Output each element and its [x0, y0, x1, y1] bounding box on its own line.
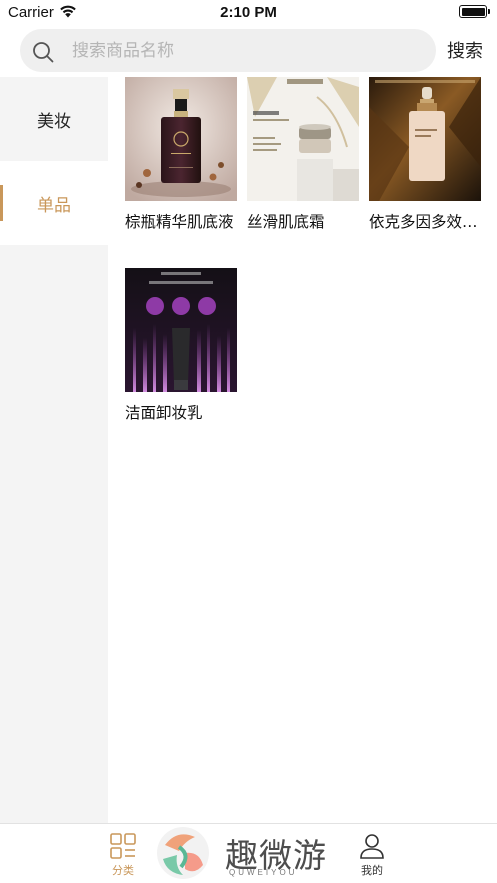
product-name: 依克多因多效修护精华: [369, 213, 481, 231]
sidebar-item-beauty[interactable]: 美妆: [0, 77, 108, 161]
sidebar-item-single[interactable]: 单品: [0, 161, 108, 245]
search-bar: 搜索: [0, 26, 497, 76]
search-box[interactable]: [20, 29, 436, 72]
battery-icon: [459, 5, 487, 18]
product-card[interactable]: 依克多因多效修护精华: [369, 77, 481, 232]
product-name: 洁面卸妆乳: [125, 404, 203, 422]
product-card[interactable]: 洁面卸妆乳: [125, 268, 237, 423]
category-sidebar: 美妆 单品: [0, 77, 108, 823]
sidebar-item-label: 单品: [37, 195, 71, 216]
watermark-subtext: QUWEIYOU: [229, 868, 298, 877]
product-image: [369, 77, 481, 201]
search-icon: [33, 42, 54, 63]
product-image: [125, 77, 237, 201]
search-input[interactable]: [72, 29, 422, 72]
active-indicator: [0, 185, 3, 221]
product-card[interactable]: 丝滑肌底霜: [247, 77, 359, 232]
grid-icon: [110, 833, 136, 859]
product-name: 丝滑肌底霜: [247, 213, 325, 231]
watermark: 趣微游 QUWEIYOU: [155, 825, 345, 881]
sidebar-item-label: 美妆: [37, 111, 71, 132]
product-image: [247, 77, 359, 201]
product-name: 棕瓶精华肌底液: [125, 213, 234, 231]
status-time: 2:10 PM: [220, 4, 277, 21]
status-bar: Carrier 2:10 PM: [0, 0, 497, 26]
tab-mine[interactable]: 我的: [347, 832, 397, 878]
tab-category[interactable]: 分类: [98, 832, 148, 878]
person-icon: [360, 834, 384, 859]
search-button[interactable]: 搜索: [447, 37, 483, 63]
product-card[interactable]: 棕瓶精华肌底液: [125, 77, 237, 232]
product-image: [125, 268, 237, 392]
watermark-logo-icon: [157, 827, 209, 879]
battery-tip: [488, 9, 490, 14]
product-grid: 棕瓶精华肌底液 丝滑肌底霜 依克多因多效修 洁面卸妆乳: [108, 77, 497, 823]
tab-label: 分类: [112, 864, 134, 877]
tab-label: 我的: [361, 864, 383, 877]
